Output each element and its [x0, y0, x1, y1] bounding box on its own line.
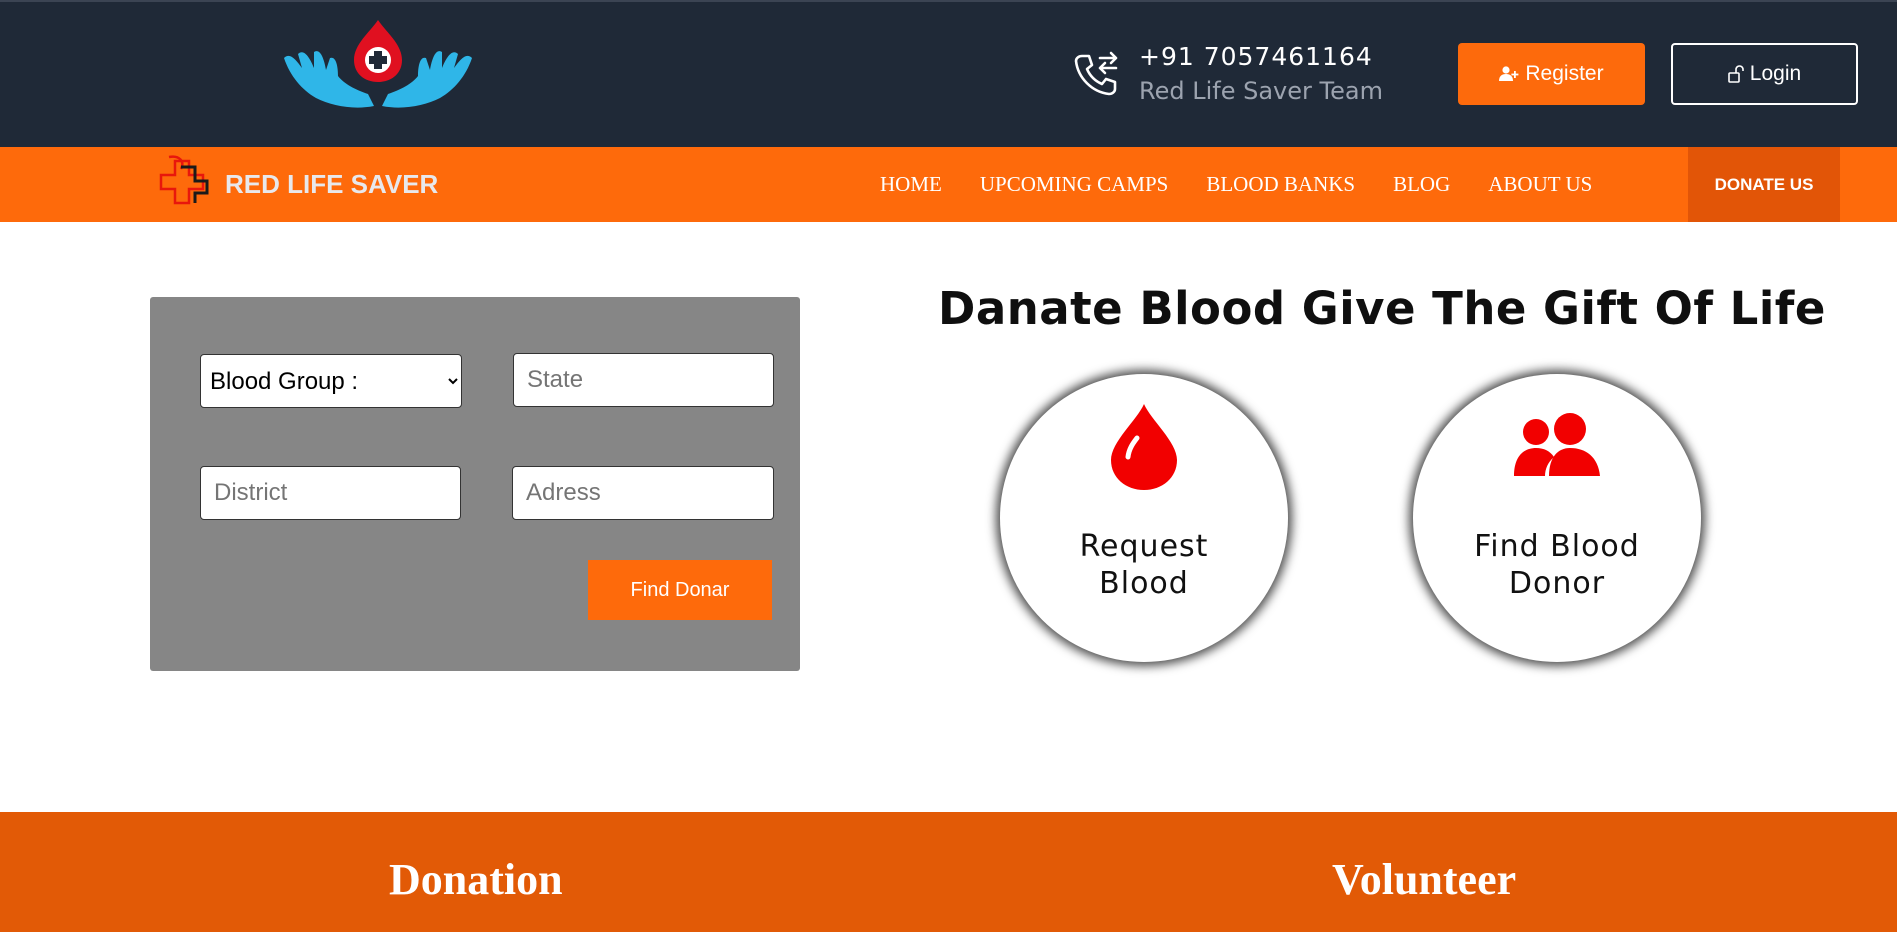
volunteer-title: Volunteer: [1332, 855, 1517, 904]
hands-holding-blood-drop-logo[interactable]: [282, 18, 474, 110]
state-input[interactable]: [513, 353, 774, 407]
phone-number[interactable]: +91 7057461164: [1139, 42, 1373, 71]
donation-title: Donation: [389, 855, 563, 904]
main-nav: RED LIFE SAVER HOME UPCOMING CAMPS BLOOD…: [0, 147, 1897, 222]
nav-item-home[interactable]: HOME: [880, 172, 942, 197]
blood-drop-icon: [1111, 404, 1177, 490]
register-button[interactable]: Register: [1458, 43, 1645, 105]
unlock-icon: [1727, 65, 1744, 83]
nav-item-upcoming-camps[interactable]: UPCOMING CAMPS: [980, 172, 1168, 197]
register-label: Register: [1525, 62, 1604, 85]
find-blood-donor-line1: Find Blood: [1474, 529, 1640, 564]
donate-button[interactable]: DONATE US: [1688, 147, 1840, 222]
nav-item-blood-banks[interactable]: BLOOD BANKS: [1206, 172, 1355, 197]
user-plus-icon: [1499, 66, 1519, 81]
request-blood-card[interactable]: Request Blood: [1000, 374, 1288, 662]
find-blood-donor-line2: Donor: [1508, 566, 1606, 601]
brand-name[interactable]: RED LIFE SAVER: [225, 169, 438, 200]
top-header: +91 7057461164 Red Life Saver Team Regis…: [0, 0, 1897, 147]
nav-item-about-us[interactable]: ABOUT US: [1488, 172, 1592, 197]
blood-group-select[interactable]: Blood Group :: [200, 354, 462, 408]
nav-links: HOME UPCOMING CAMPS BLOOD BANKS BLOG ABO…: [880, 147, 1592, 222]
medical-cross-icon[interactable]: [155, 153, 213, 211]
find-donor-button[interactable]: Find Donar: [588, 560, 772, 620]
request-blood-line1: Request: [1079, 529, 1209, 564]
request-blood-line2: Blood: [1099, 566, 1189, 601]
login-label: Login: [1749, 62, 1802, 85]
find-blood-donor-card[interactable]: Find Blood Donor: [1413, 374, 1701, 662]
request-blood-label: Request Blood: [1000, 528, 1288, 602]
nav-item-blog[interactable]: BLOG: [1393, 172, 1450, 197]
bottom-band: Donation Volunteer: [0, 812, 1897, 932]
phone-transfer-icon: [1074, 51, 1118, 96]
address-input[interactable]: [512, 466, 774, 520]
team-name: Red Life Saver Team: [1139, 77, 1383, 105]
district-input[interactable]: [200, 466, 461, 520]
login-button[interactable]: Login: [1671, 43, 1858, 105]
donor-search-panel: Blood Group : Find Donar: [150, 297, 800, 671]
find-blood-donor-label: Find Blood Donor: [1413, 528, 1701, 602]
hero-headline: Danate Blood Give The Gift Of Life: [938, 282, 1826, 335]
users-icon: [1514, 413, 1600, 476]
